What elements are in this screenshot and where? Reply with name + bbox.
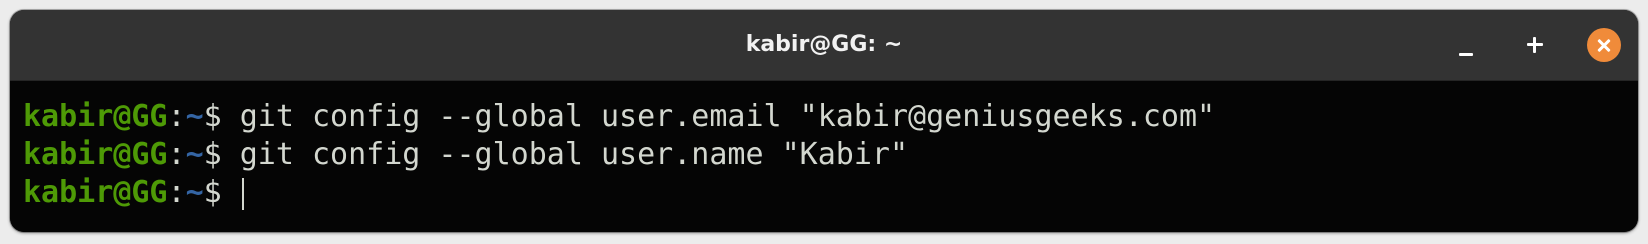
- prompt-path: ~: [185, 137, 204, 172]
- terminal-line: kabir@GG:~$ git config --global user.ema…: [10, 98, 1638, 136]
- prompt-colon: :: [167, 175, 186, 210]
- terminal-line: kabir@GG:~$ git config --global user.nam…: [10, 136, 1638, 174]
- maximize-button[interactable]: [1518, 28, 1552, 62]
- prompt-user-host: kabir@GG: [23, 99, 168, 134]
- prompt-colon: :: [167, 99, 186, 134]
- prompt-dollar: $: [203, 99, 222, 134]
- prompt-path: ~: [185, 175, 204, 210]
- window-title: kabir@GG: ~: [745, 32, 903, 57]
- text-cursor: [241, 177, 244, 210]
- command-text: git config --global user.name "Kabir": [239, 137, 909, 172]
- prompt-user-host: kabir@GG: [23, 137, 168, 172]
- minimize-button[interactable]: [1449, 28, 1483, 62]
- close-button[interactable]: [1587, 28, 1621, 62]
- prompt-user-host: kabir@GG: [23, 175, 168, 210]
- prompt-dollar: $: [203, 137, 222, 172]
- terminal-window: kabir@GG: ~ kabir@GG:~$ git config --glo…: [10, 10, 1638, 232]
- command-text: git config --global user.email "kabir@ge…: [239, 99, 1216, 134]
- terminal-line: kabir@GG:~$: [10, 174, 1638, 212]
- prompt-path: ~: [185, 99, 204, 134]
- prompt-colon: :: [167, 137, 186, 172]
- maximize-icon-vertical: [1533, 37, 1536, 53]
- terminal-output[interactable]: kabir@GG:~$ git config --global user.ema…: [10, 81, 1638, 232]
- prompt-dollar: $: [203, 175, 222, 210]
- title-bar[interactable]: kabir@GG: ~: [10, 10, 1638, 81]
- minimize-icon: [1459, 53, 1473, 56]
